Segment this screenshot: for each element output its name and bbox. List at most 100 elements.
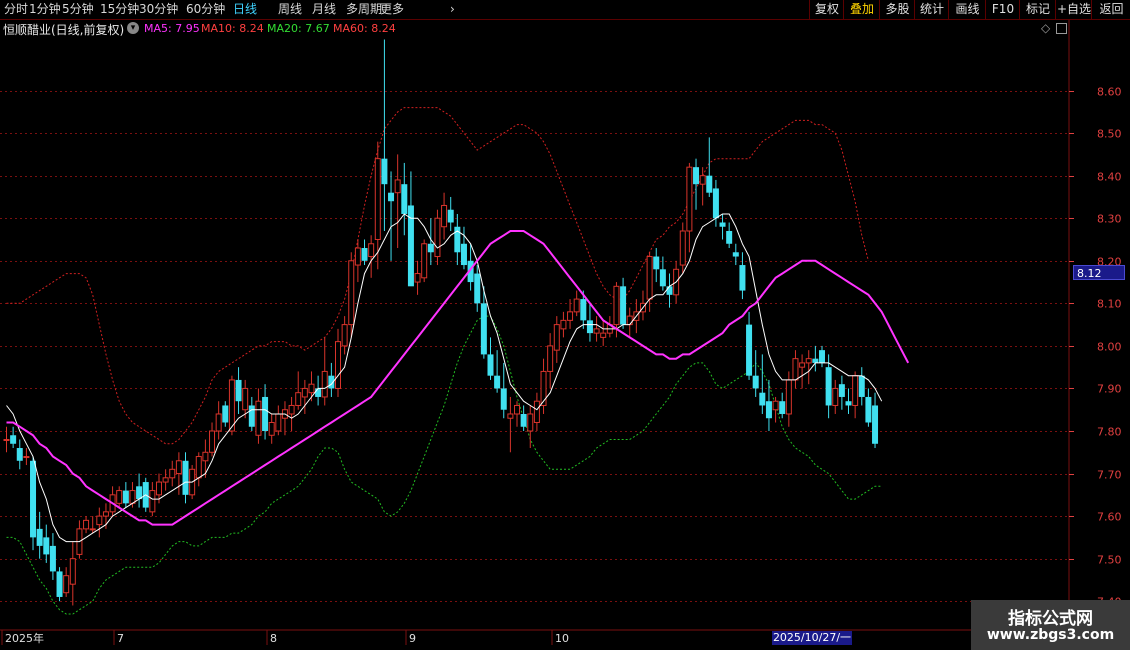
candle-body (354, 247, 361, 266)
chevron-right-icon[interactable]: › (450, 1, 455, 17)
candle-body (255, 400, 262, 436)
diamond-icon[interactable]: ◇ (1041, 21, 1050, 35)
candle-body (10, 435, 17, 444)
toolbar-button-6[interactable]: 标记 (1019, 0, 1056, 19)
candle-body (560, 319, 567, 330)
toolbar-button-2[interactable]: 多股 (879, 0, 915, 19)
x-tick-label: 10 (555, 632, 569, 645)
candle-body (407, 205, 414, 287)
candle-body (43, 537, 50, 555)
candle-body (507, 413, 514, 419)
candle-body (746, 324, 753, 376)
y-tick-label: 7.80 (1097, 426, 1122, 439)
candle-body (759, 392, 766, 406)
x-tick-label: 9 (409, 632, 416, 645)
toolbar-button-3[interactable]: 统计 (914, 0, 949, 19)
toolbar-button-4[interactable]: 画线 (948, 0, 986, 19)
candle-body (620, 286, 627, 325)
candle-body (805, 358, 812, 364)
candle-body (573, 298, 580, 313)
period-tab-3[interactable]: 15分钟 (100, 1, 139, 17)
candle-body (487, 354, 494, 376)
candle-body (23, 456, 30, 459)
current-price-badge: 8.12 (1073, 265, 1125, 280)
toolbar-button-1[interactable]: 叠加 (843, 0, 880, 19)
candle-body (361, 248, 368, 261)
candle-body (209, 430, 216, 453)
period-tab-6[interactable]: 日线 (233, 1, 257, 17)
candle-body (321, 370, 328, 398)
candle-body (818, 350, 825, 363)
candle-body (812, 358, 819, 363)
candlestick-chart[interactable]: 8.608.508.408.308.208.108.007.907.807.70… (0, 0, 1130, 650)
y-tick-label: 8.50 (1097, 128, 1122, 141)
candles (3, 39, 879, 606)
candle-body (16, 448, 23, 461)
candle-body (772, 400, 779, 411)
candle-body (381, 158, 388, 185)
y-tick-label: 7.60 (1097, 511, 1122, 524)
candle-body (679, 230, 686, 266)
candle-body (129, 490, 136, 504)
candle-body (872, 405, 879, 444)
ma20-value: MA20: 7.67 (267, 22, 330, 35)
period-tab-0[interactable]: 分时 (4, 1, 28, 17)
candle-body (693, 167, 700, 185)
y-tick-label: 8.60 (1097, 86, 1122, 99)
watermark: 指标公式网 www.zbgs3.com (971, 600, 1130, 650)
candle-body (388, 192, 395, 202)
candle-body (699, 175, 706, 185)
candle-body (169, 468, 176, 479)
candle-body (102, 511, 109, 517)
period-tab-10[interactable]: 更多 (380, 1, 404, 17)
candle-body (845, 401, 852, 406)
period-tab-5[interactable]: 60分钟 (186, 1, 225, 17)
period-tab-9[interactable]: 多周期 (346, 1, 382, 17)
y-tick-label: 7.70 (1097, 469, 1122, 482)
candle-body (63, 575, 70, 594)
candle-body (858, 375, 865, 397)
candle-body (752, 375, 759, 389)
candle-body (222, 405, 229, 423)
candle-body (83, 519, 90, 530)
toolbar-button-5[interactable]: F10 (985, 0, 1020, 19)
candle-body (122, 490, 129, 504)
candle-body (514, 404, 521, 415)
ma10-value: MA10: 8.24 (201, 22, 264, 35)
period-tab-8[interactable]: 月线 (312, 1, 336, 17)
period-tab-2[interactable]: 5分钟 (62, 1, 94, 17)
candle-body (268, 421, 275, 436)
candle-body (215, 413, 222, 432)
period-tab-1[interactable]: 1分钟 (29, 1, 61, 17)
candle-body (30, 460, 37, 538)
watermark-url: www.zbgs3.com (986, 627, 1115, 643)
candle-body (414, 273, 421, 283)
candle-body (368, 243, 375, 258)
candle-body (248, 405, 255, 427)
candle-body (275, 413, 282, 432)
candle-body (852, 375, 859, 406)
candle-body (49, 545, 56, 572)
candle-body (374, 158, 381, 241)
candle-body (706, 175, 713, 193)
panel-toggle-icon[interactable] (1056, 23, 1067, 34)
candle-body (593, 328, 600, 334)
y-tick-label: 7.50 (1097, 554, 1122, 567)
chevron-down-circle-icon[interactable]: ▾ (127, 22, 139, 34)
toolbar-button-7[interactable]: +自选 (1055, 0, 1092, 19)
candle-body (480, 303, 487, 355)
y-tick-label: 8.30 (1097, 213, 1122, 226)
toolbar-button-0[interactable]: 复权 (809, 0, 844, 19)
candle-body (500, 388, 507, 410)
candle-body (666, 286, 673, 295)
candle-body (447, 209, 454, 223)
candle-body (712, 188, 719, 219)
y-tick-label: 8.10 (1097, 298, 1122, 311)
period-toolbar: 分时 1分钟 5分钟 15分钟 30分钟 60分钟 日线 周线 月线 多周期 更多 › 复权 叠加 多股 统计… (0, 0, 1130, 20)
period-tab-4[interactable]: 30分钟 (139, 1, 178, 17)
toolbar-button-8[interactable]: 返回 (1091, 0, 1130, 19)
candle-body (460, 243, 467, 266)
period-tab-7[interactable]: 周线 (278, 1, 302, 17)
candle-body (732, 252, 739, 257)
price-axis-ticks: 8.608.508.408.308.208.108.007.907.807.70… (1069, 86, 1122, 609)
